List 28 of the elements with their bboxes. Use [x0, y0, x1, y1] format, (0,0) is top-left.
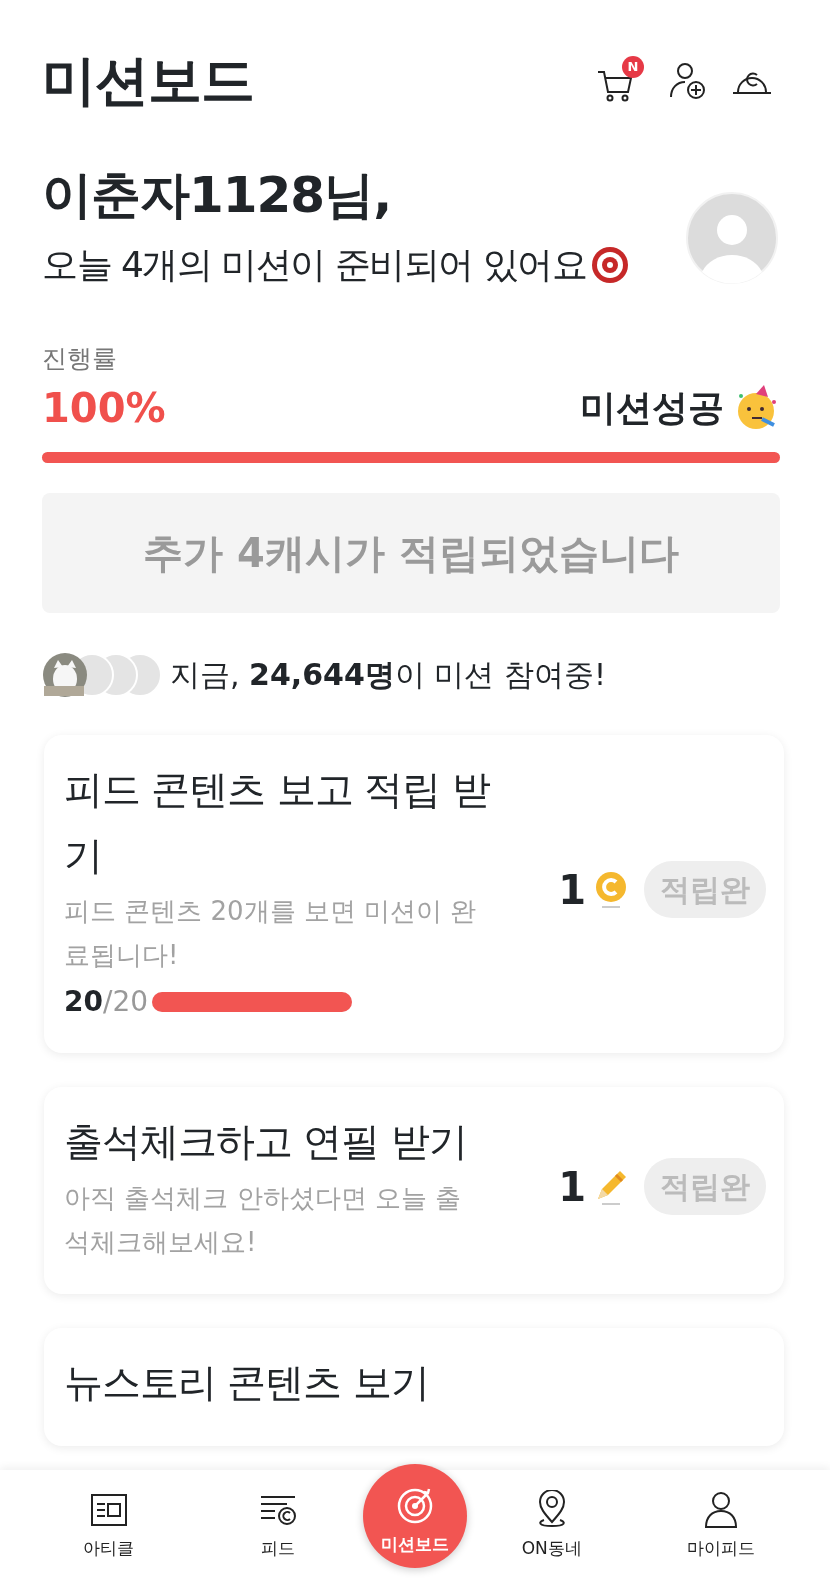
progress-label: 진행률	[42, 343, 118, 375]
add-friend-button[interactable]	[668, 60, 708, 100]
mission-status: 미션성공	[580, 385, 724, 430]
cart-button[interactable]: N	[596, 56, 644, 104]
nav-tab[interactable]: 아티클	[24, 1470, 194, 1587]
greeting-name: 이춘자1128님,	[42, 165, 393, 226]
mission-description: 피드 콘텐츠 20개를 보면 미션이 완료됩니다!	[64, 895, 478, 973]
mission-title: 피드 콘텐츠 보고 적립 받기	[64, 765, 491, 880]
nav-tab[interactable]: 피드	[193, 1470, 363, 1587]
nav-tab[interactable]: ON동네	[467, 1470, 637, 1587]
coin-icon	[594, 870, 628, 910]
reward-banner: 추가 4캐시가 적립되었습니다	[42, 492, 780, 613]
mission-title: 뉴스토리 콘텐츠 보기	[64, 1359, 430, 1408]
target-icon	[590, 245, 631, 285]
participants-text: 지금, 24,644명이 미션 참여중!	[170, 656, 606, 694]
greeting-message: 오늘 4개의 미션이 준비되어 있어요	[42, 243, 587, 287]
progress-total: /20	[102, 984, 149, 1021]
new-badge: N	[622, 56, 644, 78]
page-title: 미션보드	[42, 47, 254, 114]
progress-percent: 100%	[42, 383, 166, 433]
mission-title: 출석체크하고 연필 받기	[64, 1118, 468, 1167]
nav-tab[interactable]: 마이피드	[636, 1470, 806, 1587]
mission-description: 아직 출석체크 안하셨다면 오늘 출석체크해보세요!	[64, 1181, 463, 1259]
add-person-icon	[668, 60, 708, 100]
reward-amount: 1	[558, 866, 586, 915]
target-icon	[395, 1486, 435, 1526]
reward-amount: 1	[558, 1162, 586, 1212]
progress-count: 20	[64, 984, 103, 1021]
